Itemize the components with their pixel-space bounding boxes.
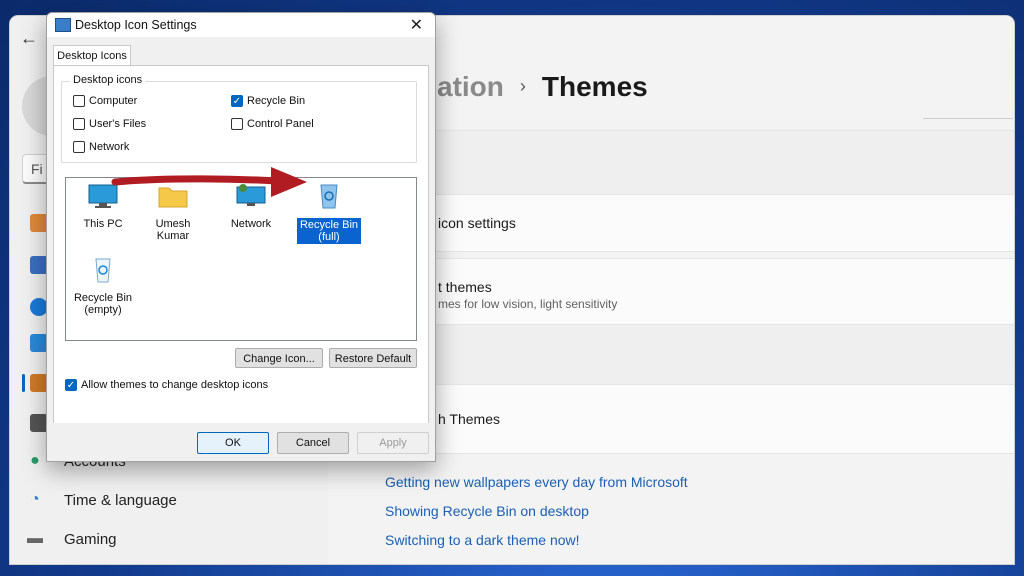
checkbox-label: Allow themes to change desktop icons [81, 379, 269, 391]
chevron-right-icon: › [519, 76, 526, 96]
gamepad-icon: ▬ [27, 530, 43, 547]
checkmark-icon[interactable]: ✓ [231, 95, 243, 107]
checkbox-recycle-bin[interactable]: ✓ Recycle Bin [231, 95, 305, 107]
checkbox-network[interactable]: Network [73, 141, 129, 153]
checkbox-control-panel[interactable]: Control Panel [231, 118, 314, 130]
checkbox-label: Control Panel [247, 118, 314, 130]
icon-label: Network [230, 218, 272, 230]
tab-desktop-icons[interactable]: Desktop Icons [53, 45, 131, 66]
search-box[interactable] [923, 96, 1013, 119]
link-dark-theme[interactable]: Switching to a dark theme now! [385, 532, 580, 548]
icon-label: This PC [83, 218, 123, 230]
nav-item-label: Gaming [64, 530, 117, 548]
checkbox-users-files[interactable]: User's Files [73, 118, 146, 130]
checkbox-label: Network [89, 141, 130, 153]
nav-item-gaming[interactable]: ▬ Gaming [24, 522, 324, 556]
card-subtitle: mes for low vision, light sensitivity [438, 297, 618, 311]
ok-button[interactable]: OK [197, 432, 269, 454]
checkbox-box[interactable] [231, 118, 243, 130]
checkmark-icon[interactable]: ✓ [65, 379, 77, 391]
icon-recycle-bin-empty[interactable]: Recycle Bin (empty) [71, 257, 135, 316]
icon-label-selected: Recycle Bin (full) [297, 218, 361, 244]
checkbox-box[interactable] [73, 141, 85, 153]
card-title: h Themes [438, 411, 500, 427]
breadcrumb: zation › Themes [423, 71, 648, 103]
cancel-button[interactable]: Cancel [277, 432, 349, 454]
checkbox-allow-themes[interactable]: ✓ Allow themes to change desktop icons [65, 379, 268, 391]
recycle-bin-full-icon [320, 184, 338, 209]
checkbox-label: User's Files [89, 118, 147, 130]
page-title: Themes [541, 71, 648, 102]
globe-clock-icon: ◔ [30, 491, 40, 508]
checkbox-label: Computer [89, 95, 138, 107]
desktop-icon-settings-dialog: Desktop Icon Settings ✕ Desktop Icons De… [46, 12, 436, 462]
apply-button[interactable]: Apply [357, 432, 429, 454]
card-title: icon settings [438, 215, 516, 231]
recycle-bin-empty-icon [95, 258, 111, 283]
dialog-title: Desktop Icon Settings [75, 18, 197, 32]
selected-indicator [22, 374, 25, 392]
change-icon-button[interactable]: Change Icon... [235, 348, 323, 368]
close-icon[interactable]: ✕ [410, 15, 423, 35]
nav-item-label: Time & language [64, 491, 177, 509]
link-recycle-bin[interactable]: Showing Recycle Bin on desktop [385, 503, 589, 519]
checkbox-box[interactable] [73, 95, 85, 107]
checkbox-box[interactable] [73, 118, 85, 130]
checkbox-label: Recycle Bin [247, 95, 306, 107]
icon-label: Recycle Bin (empty) [73, 292, 133, 316]
back-arrow-icon[interactable]: ← [20, 28, 38, 49]
checkbox-computer[interactable]: Computer [73, 95, 137, 107]
group-label: Desktop icons [70, 74, 146, 86]
app-icon [55, 18, 71, 32]
dialog-titlebar: Desktop Icon Settings ✕ [47, 13, 435, 37]
link-wallpapers[interactable]: Getting new wallpapers every day from Mi… [385, 474, 688, 490]
nav-item-time-language[interactable]: ◔ Time & language [24, 483, 324, 517]
person-icon: ● [30, 452, 40, 469]
restore-default-button[interactable]: Restore Default [329, 348, 417, 368]
icon-label: Umesh Kumar [155, 218, 191, 242]
annotation-arrow [111, 167, 307, 197]
card-title: t themes [438, 279, 492, 295]
